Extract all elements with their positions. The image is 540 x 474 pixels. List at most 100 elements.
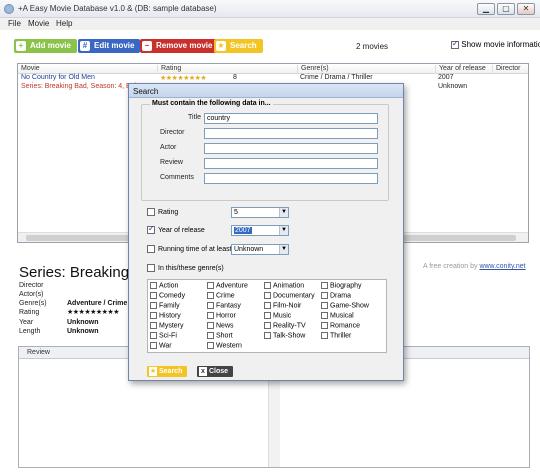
- menu-file[interactable]: File: [8, 19, 21, 28]
- comments-input[interactable]: [204, 173, 378, 184]
- column-genres[interactable]: Genre(s): [297, 65, 329, 74]
- show-info-toggle[interactable]: Show movie information: [451, 39, 540, 49]
- edit-icon: #: [80, 41, 90, 51]
- menu-bar: File Movie Help: [0, 18, 540, 30]
- actor-input[interactable]: [204, 143, 378, 154]
- dialog-close-label: Close: [209, 368, 229, 375]
- runtime-checkbox[interactable]: [147, 245, 155, 253]
- genre-item[interactable]: Adventure: [207, 282, 248, 289]
- row-genres: Crime / Drama / Thriller: [300, 74, 373, 81]
- value-year: Unknown: [67, 319, 99, 326]
- search-label: Search: [230, 41, 257, 50]
- director-label: Director: [160, 129, 185, 136]
- menu-help[interactable]: Help: [56, 19, 72, 28]
- genre-item[interactable]: Western: [207, 342, 242, 349]
- genre-item[interactable]: History: [150, 312, 181, 319]
- credit-link[interactable]: www.conity.net: [479, 263, 525, 270]
- rating-option[interactable]: Rating: [147, 208, 178, 216]
- column-director[interactable]: Director: [492, 65, 521, 74]
- close-window-button[interactable]: ✕: [517, 3, 535, 15]
- search-button[interactable]: ★ Search: [214, 39, 263, 53]
- label-director: Director: [19, 282, 44, 289]
- dialog-search-label: Search: [159, 368, 183, 375]
- year-option[interactable]: Year of release: [147, 224, 205, 234]
- edit-movie-label: Edit movie: [94, 41, 135, 50]
- credit: A free creation by www.conity.net: [423, 263, 526, 270]
- value-genres: Adventure / Crime: [67, 300, 128, 307]
- genre-item[interactable]: Short: [207, 332, 233, 339]
- row-rating-value: 8: [233, 74, 237, 81]
- genre-item[interactable]: News: [207, 322, 234, 329]
- genre-item[interactable]: Film-Noir: [264, 302, 301, 309]
- director-input[interactable]: [204, 128, 378, 139]
- title-label: Title: [188, 114, 201, 121]
- rating-select[interactable]: 5 ▼: [231, 207, 289, 218]
- genre-item[interactable]: Horror: [207, 312, 236, 319]
- genre-item[interactable]: Animation: [264, 282, 304, 289]
- chevron-down-icon[interactable]: ▼: [279, 245, 288, 254]
- genre-option[interactable]: In this/these genre(s): [147, 264, 224, 272]
- genre-item[interactable]: Comedy: [150, 292, 185, 299]
- genre-item[interactable]: Music: [264, 312, 291, 319]
- year-checkbox[interactable]: [147, 224, 155, 234]
- genre-item[interactable]: Musical: [321, 312, 354, 319]
- table-row[interactable]: No Country for Old Men ★★★★★★★★ 8 Crime …: [18, 74, 528, 83]
- window-titlebar: +A Easy Movie Database v1.0 & (DB: sampl…: [0, 0, 540, 18]
- runtime-select[interactable]: Unknown ▼: [231, 244, 289, 255]
- chevron-down-icon[interactable]: ▼: [279, 226, 288, 235]
- remove-movie-label: Remove movie: [156, 41, 213, 50]
- remove-movie-button[interactable]: − Remove movie: [140, 39, 219, 53]
- genre-item[interactable]: Sci-Fi: [150, 332, 177, 339]
- actor-label: Actor: [160, 144, 177, 151]
- edit-movie-button[interactable]: # Edit movie: [78, 39, 141, 53]
- menu-movie[interactable]: Movie: [28, 19, 49, 28]
- column-rating[interactable]: Rating: [157, 65, 181, 74]
- genre-item[interactable]: Biography: [321, 282, 362, 289]
- genre-checkbox[interactable]: [147, 264, 155, 272]
- year-select-value: 2007: [234, 227, 252, 234]
- runtime-select-value: Unknown: [234, 246, 264, 253]
- column-movie[interactable]: Movie: [18, 65, 40, 74]
- genre-item[interactable]: Romance: [321, 322, 360, 329]
- chevron-down-icon[interactable]: ▼: [279, 208, 288, 217]
- year-label: Year of release: [158, 226, 205, 234]
- dialog-close-button[interactable]: x Close: [197, 366, 233, 377]
- show-info-checkbox[interactable]: [451, 39, 459, 49]
- genre-item[interactable]: Game-Show: [321, 302, 369, 309]
- label-rating: Rating: [19, 309, 40, 316]
- detail-title: Series: Breaking E: [19, 264, 144, 281]
- year-select[interactable]: 2007 ▼: [231, 225, 289, 236]
- genre-item[interactable]: Reality-TV: [264, 322, 306, 329]
- plus-icon: +: [16, 41, 26, 51]
- dialog-search-button[interactable]: ★ Search: [147, 366, 187, 377]
- genre-item[interactable]: Documentary: [264, 292, 315, 299]
- genre-item[interactable]: Drama: [321, 292, 351, 299]
- review-input[interactable]: [204, 158, 378, 169]
- genre-item[interactable]: Talk-Show: [264, 332, 305, 339]
- column-year[interactable]: Year of release: [435, 65, 486, 74]
- credit-text: A free creation by: [423, 263, 478, 270]
- genre-list: Action Adventure Animation Biography Com…: [147, 279, 387, 353]
- minimize-button[interactable]: ▁: [477, 3, 495, 15]
- review-label: Review: [160, 159, 183, 166]
- value-length: Unknown: [67, 328, 99, 335]
- runtime-option[interactable]: Running time of at least: [147, 245, 232, 253]
- minus-icon: −: [142, 41, 152, 51]
- genre-item[interactable]: Crime: [207, 292, 235, 299]
- genre-item[interactable]: Fantasy: [207, 302, 241, 309]
- maximize-button[interactable]: ▢: [497, 3, 515, 15]
- comments-label: Comments: [160, 174, 194, 181]
- genre-item[interactable]: Family: [150, 302, 180, 309]
- genre-item[interactable]: Thriller: [321, 332, 351, 339]
- rating-checkbox[interactable]: [147, 208, 155, 216]
- genre-item[interactable]: Action: [150, 282, 178, 289]
- genre-item[interactable]: Mystery: [150, 322, 184, 329]
- dialog-title: Search: [129, 84, 403, 98]
- close-icon: x: [199, 367, 207, 376]
- row-rating-stars: ★★★★★★★★: [160, 75, 207, 82]
- genre-item[interactable]: War: [150, 342, 172, 349]
- search-dialog: Search Must contain the following data i…: [128, 83, 404, 381]
- title-input[interactable]: country: [204, 113, 378, 124]
- genre-label: In this/these genre(s): [158, 264, 224, 272]
- add-movie-button[interactable]: + Add movie: [14, 39, 77, 53]
